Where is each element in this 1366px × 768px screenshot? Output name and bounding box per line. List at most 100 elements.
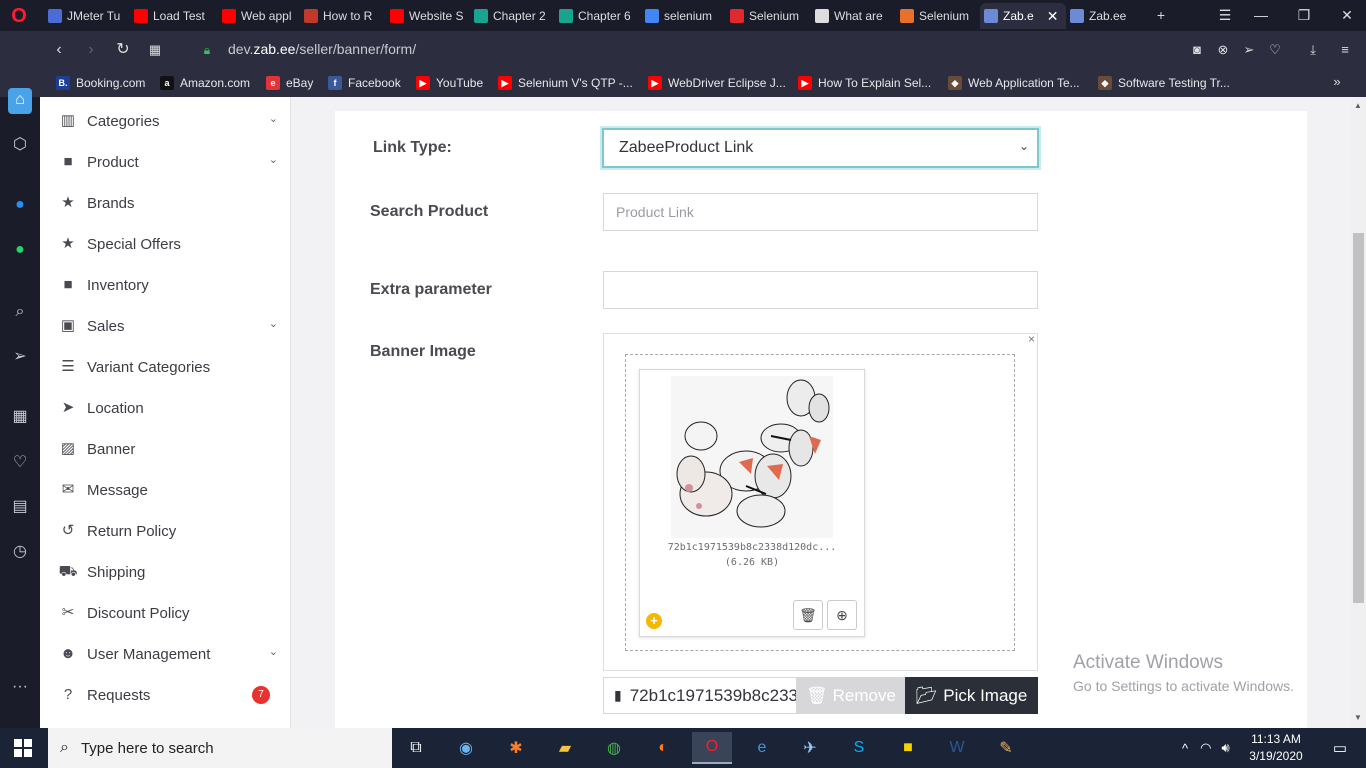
- extra-parameter-input[interactable]: [603, 271, 1038, 309]
- firefox-icon[interactable]: ◐: [643, 732, 683, 764]
- sidebar-item-return-policy[interactable]: ↺ Return Policy: [58, 519, 278, 543]
- search-product-input[interactable]: Product Link: [603, 193, 1038, 231]
- sidebar-item-banner[interactable]: ▨ Banner: [58, 437, 278, 461]
- tab-12[interactable]: Zab.ee: [1066, 3, 1146, 29]
- tab-menu-icon[interactable]: ☰: [1214, 4, 1236, 26]
- sidebar-item-message[interactable]: ✉ Message: [58, 478, 278, 502]
- windows-start-icon[interactable]: [14, 739, 32, 757]
- news-icon[interactable]: ▤: [8, 495, 32, 519]
- tab-10[interactable]: Selenium: [896, 3, 976, 29]
- download-icon[interactable]: ⤓: [1304, 41, 1322, 59]
- delete-image-button[interactable]: 🗑︎: [793, 600, 823, 630]
- pick-image-button[interactable]: 📂︎ Pick Image: [905, 677, 1038, 714]
- remove-button[interactable]: 🗑︎ Remove: [797, 677, 905, 714]
- sidebar-item-requests[interactable]: ? Requests 7: [58, 683, 278, 707]
- tab-2[interactable]: Web appl: [218, 3, 294, 29]
- eclipse-icon[interactable]: ✈: [790, 732, 830, 764]
- chevron-up-icon[interactable]: ^: [1182, 741, 1188, 756]
- scroll-up-icon[interactable]: ▲: [1354, 101, 1362, 110]
- speed-dial-icon[interactable]: ▦: [144, 39, 166, 61]
- tab-4[interactable]: Website S: [386, 3, 464, 29]
- bookmark-item[interactable]: ▶ YouTube: [416, 74, 483, 92]
- tab-1[interactable]: Load Test: [130, 3, 212, 29]
- tab-9[interactable]: What are: [811, 3, 891, 29]
- bookmark-item[interactable]: ◆ Web Application Te...: [948, 74, 1080, 92]
- tab-6[interactable]: Chapter 6: [555, 3, 635, 29]
- bookmark-item[interactable]: e eBay: [266, 74, 313, 92]
- tab-11[interactable]: Zab.e ✕: [980, 3, 1066, 29]
- opera-menu-icon[interactable]: O: [8, 5, 30, 27]
- reload-icon[interactable]: ↻: [112, 39, 134, 61]
- tab-5[interactable]: Chapter 2: [470, 3, 550, 29]
- sidebar-item-inventory[interactable]: ■ Inventory: [58, 273, 278, 297]
- send-icon[interactable]: ➢: [8, 345, 32, 369]
- home-icon[interactable]: ⌂: [8, 88, 32, 114]
- network-icon[interactable]: ◉: [446, 732, 486, 764]
- taskbar-search-input[interactable]: ⌕ Type here to search: [48, 728, 392, 768]
- volume-icon[interactable]: 🔊︎: [1221, 740, 1229, 756]
- sidebar-item-categories[interactable]: ▥ Categories ⌄: [58, 109, 278, 133]
- search-icon[interactable]: ⌕: [8, 300, 32, 324]
- bookmark-item[interactable]: ▶ WebDriver Eclipse J...: [648, 74, 786, 92]
- bookmark-item[interactable]: ▶ Selenium V's QTP -...: [498, 74, 633, 92]
- bookmark-item[interactable]: ◆ Software Testing Tr...: [1098, 74, 1230, 92]
- bookmark-item[interactable]: f Facebook: [328, 74, 401, 92]
- url-field[interactable]: dev.zab.ee/seller/banner/form/: [228, 41, 416, 57]
- camera-icon[interactable]: ◙: [1188, 41, 1206, 59]
- chrome-icon[interactable]: ◍: [594, 732, 634, 764]
- wifi-icon[interactable]: ◠: [1200, 740, 1211, 756]
- opera-taskbar-icon[interactable]: O: [692, 732, 732, 764]
- new-tab-icon[interactable]: +: [1150, 4, 1172, 26]
- sidebar-item-location[interactable]: ➤ Location: [58, 396, 278, 420]
- sidebar-item-product[interactable]: ■ Product ⌄: [58, 150, 278, 174]
- tab-8[interactable]: Selenium: [726, 3, 806, 29]
- sidebar-item-sales[interactable]: ▣ Sales ⌄: [58, 314, 278, 338]
- restore-icon[interactable]: ❐: [1293, 4, 1315, 26]
- close-tab-icon[interactable]: ✕: [1047, 8, 1059, 25]
- add-icon[interactable]: +: [646, 613, 662, 629]
- more-icon[interactable]: ···: [8, 675, 32, 699]
- sticky-notes-icon[interactable]: ■: [888, 732, 928, 764]
- drop-zone[interactable]: 72b1c1971539b8c2338d120dc... (6.26 KB) +…: [625, 354, 1015, 651]
- minimize-icon[interactable]: —: [1250, 4, 1272, 26]
- tab-3[interactable]: How to R: [300, 3, 380, 29]
- zoom-image-button[interactable]: ⊕: [827, 600, 857, 630]
- task-view-icon[interactable]: ⧉: [396, 732, 436, 764]
- skype-icon[interactable]: S: [839, 732, 879, 764]
- word-icon[interactable]: W: [937, 732, 977, 764]
- history-icon[interactable]: ◷: [8, 540, 32, 564]
- close-window-icon[interactable]: ✕: [1336, 4, 1358, 26]
- send-icon[interactable]: ➢: [1240, 41, 1258, 59]
- sidebar-item-shipping[interactable]: ⛟ Shipping: [58, 560, 278, 584]
- forward-icon[interactable]: ›: [80, 39, 102, 61]
- scroll-down-icon[interactable]: ▼: [1354, 713, 1362, 722]
- close-icon[interactable]: ×: [1028, 332, 1035, 346]
- file-name-field[interactable]: ▮ 72b1c1971539b8c233: [603, 677, 797, 714]
- heart-icon[interactable]: ♡: [8, 451, 32, 475]
- xampp-icon[interactable]: ✱: [496, 732, 536, 764]
- whatsapp-icon[interactable]: ●: [8, 238, 32, 262]
- tab-7[interactable]: selenium: [641, 3, 721, 29]
- system-clock[interactable]: 11:13 AM 3/19/2020: [1244, 731, 1308, 765]
- heart-icon[interactable]: ♡: [1266, 41, 1284, 59]
- sidebar-item-brands[interactable]: ★ Brands: [58, 191, 278, 215]
- link-type-select[interactable]: ZabeeProduct Link ⌄: [602, 128, 1039, 168]
- more-bookmarks-icon[interactable]: »: [1328, 73, 1346, 91]
- scroll-thumb[interactable]: [1353, 233, 1364, 603]
- tab-0[interactable]: JMeter Tu: [44, 3, 124, 29]
- adblock-icon[interactable]: ⊗: [1214, 41, 1232, 59]
- edge-icon[interactable]: e: [742, 732, 782, 764]
- page-scrollbar[interactable]: ▲ ▼: [1351, 97, 1366, 728]
- back-icon[interactable]: ‹: [48, 39, 70, 61]
- bookmark-item[interactable]: a Amazon.com: [160, 74, 250, 92]
- shield-icon[interactable]: ⬡: [8, 133, 32, 157]
- paint-icon[interactable]: ✎: [986, 732, 1026, 764]
- sidebar-item-special-offers[interactable]: ★ Special Offers: [58, 232, 278, 256]
- file-explorer-icon[interactable]: ▰: [545, 732, 585, 764]
- bookmark-item[interactable]: ▶ How To Explain Sel...: [798, 74, 931, 92]
- sidebar-item-discount-policy[interactable]: ✂ Discount Policy: [58, 601, 278, 625]
- sidebar-item-user-management[interactable]: ☻ User Management ⌄: [58, 642, 278, 666]
- grid-icon[interactable]: ▦: [8, 405, 32, 429]
- messenger-icon[interactable]: ●: [8, 193, 32, 217]
- notifications-icon[interactable]: ▭: [1320, 732, 1360, 764]
